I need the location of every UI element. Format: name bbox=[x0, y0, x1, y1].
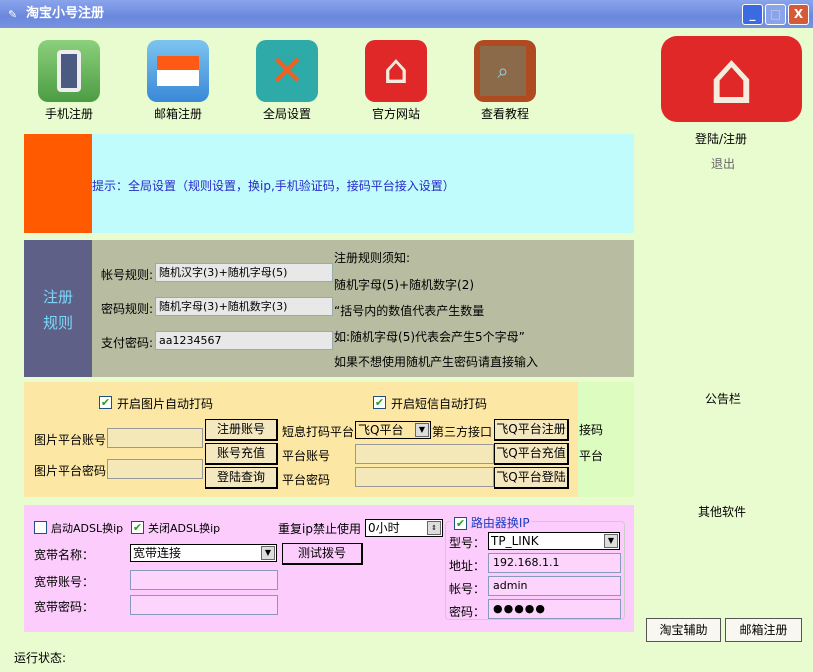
mail-register-button[interactable]: 邮箱注册 bbox=[725, 618, 802, 642]
account-rule-input[interactable]: 随机汉字(3)+随机字母(5) bbox=[155, 263, 333, 282]
router-legend: ✔ 路由器换IP bbox=[452, 514, 532, 531]
rule-note: 如:随机字母(5)代表会产生5个字母” bbox=[334, 330, 525, 344]
settings-tools-icon[interactable]: ✕ bbox=[256, 40, 318, 102]
tutorial-book-icon[interactable]: ⌕ bbox=[474, 40, 536, 102]
rules-title-1: 注册 bbox=[42, 288, 73, 306]
repeat-ip-spinner[interactable]: 0小时 ⇕ bbox=[365, 519, 443, 537]
router-model-value: TP_LINK bbox=[491, 534, 539, 548]
view-tutorial-label[interactable]: 查看教程 bbox=[460, 105, 550, 122]
global-settings-label[interactable]: 全局设置 bbox=[242, 105, 332, 122]
fq-recharge-button[interactable]: 飞Q平台充值 bbox=[494, 443, 569, 465]
rule-note: 注册规则须知: bbox=[334, 251, 411, 265]
maximize-button[interactable]: □ bbox=[765, 4, 786, 25]
repeat-ip-value: 0小时 bbox=[368, 521, 400, 535]
hint-panel: 提示：全局设置（规则设置，换ip,手机验证码，接码平台接入设置） bbox=[92, 134, 634, 233]
rules-title-2: 规则 bbox=[42, 314, 73, 332]
test-dial-button[interactable]: 测试拨号 bbox=[282, 543, 363, 565]
platform-account-label: 平台账号 bbox=[282, 449, 331, 463]
broadband-name-value: 宽带连接 bbox=[133, 546, 182, 560]
rule-note: “括号内的数值代表产生数量 bbox=[334, 304, 485, 318]
platform-password-input[interactable] bbox=[355, 467, 494, 487]
broadband-account-label: 宽带账号： bbox=[34, 575, 95, 589]
img-password-input[interactable] bbox=[107, 459, 203, 479]
pay-password-label: 支付密码: bbox=[101, 336, 154, 350]
hint-accent bbox=[24, 134, 92, 233]
router-password-input[interactable]: ●●●●● bbox=[488, 599, 621, 619]
sms-auto-checkbox[interactable]: ✔ bbox=[373, 396, 386, 409]
adsl-enable-label: 启动ADSL换ip bbox=[51, 522, 124, 535]
router-model-select[interactable]: TP_LINK ▼ bbox=[488, 532, 620, 550]
logout-link[interactable]: 退出 bbox=[711, 155, 735, 172]
platform-password-label: 平台密码 bbox=[282, 473, 331, 487]
sms-platform-value: 飞Q平台 bbox=[358, 423, 404, 437]
router-address-input[interactable]: 192.168.1.1 bbox=[488, 553, 621, 573]
mail-register-icon[interactable] bbox=[147, 40, 209, 102]
adsl-disable-label: 关闭ADSL换ip bbox=[148, 522, 221, 535]
router-model-label: 型号： bbox=[449, 536, 486, 550]
sms-auto-label: 开启短信自动打码 bbox=[391, 397, 488, 411]
img-account-input[interactable] bbox=[107, 428, 203, 448]
login-house-icon[interactable]: ⌂ bbox=[661, 36, 802, 122]
broadband-account-input[interactable] bbox=[130, 570, 278, 590]
broadband-name-label: 宽带名称： bbox=[34, 548, 95, 562]
rule-note: 如果不想使用随机产生密码请直接输入 bbox=[334, 355, 539, 369]
recharge-account-button[interactable]: 账号充值 bbox=[205, 443, 278, 465]
router-password-label: 密码： bbox=[449, 605, 486, 619]
sms-side-label-2: 平台 bbox=[579, 449, 604, 463]
sms-platform-label: 短息打码平台 bbox=[282, 425, 355, 439]
dropdown-arrow-icon: ▼ bbox=[604, 534, 618, 548]
dropdown-arrow-icon: ▼ bbox=[415, 423, 429, 437]
window-title: 淘宝小号注册 bbox=[26, 6, 105, 21]
account-rule-label: 帐号规则: bbox=[101, 268, 154, 282]
login-register-link[interactable]: 登陆/注册 bbox=[695, 130, 747, 147]
img-account-label: 图片平台账号 bbox=[34, 433, 107, 447]
router-account-input[interactable]: admin bbox=[488, 576, 621, 596]
official-site-label[interactable]: 官方网站 bbox=[351, 105, 441, 122]
other-software-label: 其他软件 bbox=[698, 505, 747, 519]
rule-note: 随机字母(5)+随机数字(2) bbox=[334, 278, 475, 292]
phone-register-icon[interactable] bbox=[38, 40, 100, 102]
img-password-label: 图片平台密码 bbox=[34, 464, 107, 478]
mail-register-label[interactable]: 邮箱注册 bbox=[133, 105, 223, 122]
sms-platform-select[interactable]: 飞Q平台 ▼ bbox=[355, 421, 431, 439]
broadband-name-select[interactable]: 宽带连接 ▼ bbox=[130, 544, 277, 562]
router-account-label: 帐号： bbox=[449, 582, 486, 596]
adsl-disable-checkbox[interactable]: ✔ bbox=[131, 521, 144, 534]
platform-account-input[interactable] bbox=[355, 444, 494, 464]
password-rule-input[interactable]: 随机字母(3)+随机数字(3) bbox=[155, 297, 333, 316]
img-auto-label: 开启图片自动打码 bbox=[117, 397, 214, 411]
taobao-helper-button[interactable]: 淘宝辅助 bbox=[646, 618, 721, 642]
login-query-button[interactable]: 登陆查询 bbox=[205, 467, 278, 489]
img-auto-checkbox[interactable]: ✔ bbox=[99, 396, 112, 409]
rules-side-panel: 注册 规则 bbox=[24, 240, 92, 377]
fq-login-button[interactable]: 飞Q平台登陆 bbox=[494, 467, 569, 489]
title-bar: 淘宝小号注册 bbox=[0, 0, 813, 28]
broadband-password-input[interactable] bbox=[130, 595, 278, 615]
spinner-arrows-icon[interactable]: ⇕ bbox=[427, 521, 441, 535]
home-icon[interactable]: ⌂ bbox=[365, 40, 427, 102]
minimize-button[interactable]: _ bbox=[742, 4, 763, 25]
dropdown-arrow-icon: ▼ bbox=[261, 546, 275, 560]
sms-side-panel bbox=[578, 382, 634, 497]
router-address-label: 地址： bbox=[449, 559, 486, 573]
pay-password-input[interactable]: aa1234567 bbox=[155, 331, 333, 350]
run-status-label: 运行状态: bbox=[14, 651, 67, 665]
adsl-enable-checkbox[interactable] bbox=[34, 521, 47, 534]
router-checkbox[interactable]: ✔ bbox=[454, 517, 467, 530]
close-button[interactable]: X bbox=[788, 4, 809, 25]
password-rule-label: 密码规则: bbox=[101, 302, 154, 316]
router-title: 路由器换IP bbox=[470, 516, 530, 530]
phone-register-label[interactable]: 手机注册 bbox=[24, 105, 114, 122]
app-icon: ✎ bbox=[8, 8, 18, 21]
sms-side-label-1: 接码 bbox=[579, 423, 604, 437]
hint-text: 提示：全局设置（规则设置，换ip,手机验证码，接码平台接入设置） bbox=[92, 179, 455, 193]
fq-register-button[interactable]: 飞Q平台注册 bbox=[494, 419, 569, 441]
notice-board-label: 公告栏 bbox=[705, 392, 742, 406]
repeat-ip-label: 重复ip禁止使用 bbox=[278, 522, 361, 536]
third-party-label: 第三方接口 bbox=[432, 425, 493, 439]
broadband-password-label: 宽带密码： bbox=[34, 600, 95, 614]
register-account-button[interactable]: 注册账号 bbox=[205, 419, 278, 441]
